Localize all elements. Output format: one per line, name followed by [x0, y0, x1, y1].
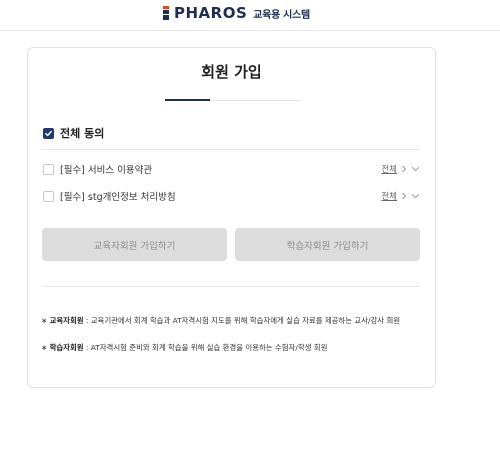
educator-note: ∗ 교육자회원 : 교육기관에서 회계 학습과 AT자격시험 지도를 위해 학습…	[41, 314, 421, 327]
logo-text: PHAROS	[174, 4, 248, 22]
step-indicator-rest	[210, 100, 300, 101]
note-text: : 교육기관에서 회계 학습과 AT자격시험 지도를 위해 학습자에게 실습 자…	[83, 316, 401, 325]
divider	[43, 149, 420, 150]
term-row-privacy: [필수] stg개인정보 처리방침 전체	[43, 189, 420, 203]
check-icon	[45, 130, 52, 136]
chevron-down-icon[interactable]	[411, 193, 420, 199]
step-indicator-active	[165, 99, 210, 101]
term-service-label: [필수] 서비스 이용약관	[60, 165, 153, 176]
note-term: 학습자회원	[49, 343, 84, 352]
lighthouse-icon	[163, 6, 169, 20]
chevron-down-icon[interactable]	[411, 166, 420, 172]
chevron-right-icon[interactable]	[401, 192, 407, 200]
signup-card: 회원 가입 전체 동의 [필수] 서비스 이용약관 전체 [필수] stg개인정…	[27, 47, 436, 388]
educator-signup-button[interactable]: 교육자회원 가입하기	[42, 228, 227, 261]
agree-all-checkbox[interactable]	[43, 127, 54, 139]
top-header: PHAROS 교육용 시스템	[0, 0, 500, 31]
agree-all-row[interactable]: 전체 동의	[43, 125, 104, 141]
note-text: : AT자격시험 준비와 회계 학습을 위해 실습 환경을 이용하는 수험자/학…	[83, 343, 328, 352]
logo-subtitle: 교육용 시스템	[253, 9, 310, 21]
chevron-right-icon[interactable]	[401, 165, 407, 173]
term-service-checkbox[interactable]	[43, 163, 54, 175]
agree-all-label: 전체 동의	[60, 127, 105, 140]
note-bullet: ∗	[41, 316, 48, 325]
term-privacy-view-all-link[interactable]: 전체	[381, 190, 397, 202]
learner-note: ∗ 학습자회원 : AT자격시험 준비와 회계 학습을 위해 실습 환경을 이용…	[41, 341, 421, 354]
term-privacy-label: [필수] stg개인정보 처리방침	[60, 192, 176, 203]
note-term: 교육자회원	[49, 316, 84, 325]
term-privacy-checkbox[interactable]	[43, 190, 54, 202]
pharos-logo[interactable]: PHAROS 교육용 시스템	[163, 4, 310, 22]
note-bullet: ∗	[41, 343, 48, 352]
learner-signup-button[interactable]: 학습자회원 가입하기	[235, 228, 420, 261]
term-row-service: [필수] 서비스 이용약관 전체	[43, 162, 420, 176]
term-service-view-all-link[interactable]: 전체	[381, 163, 397, 175]
page-title: 회원 가입	[201, 63, 262, 81]
divider	[43, 286, 420, 287]
